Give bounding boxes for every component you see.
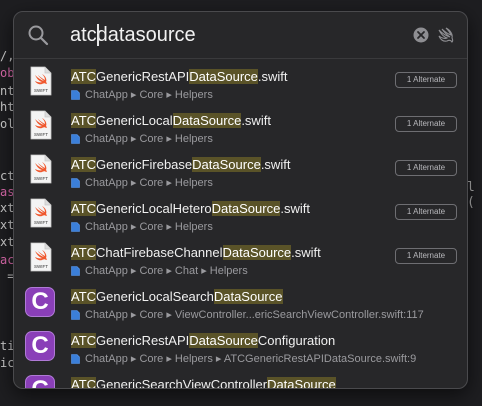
open-quickly-panel: SWIFTATCGenericRestAPIDataSource.swiftCh… bbox=[13, 11, 468, 389]
match-highlight: DataSource bbox=[213, 289, 283, 304]
folder-file-icon bbox=[71, 89, 80, 100]
swift-bird-icon[interactable] bbox=[437, 26, 455, 44]
svg-text:SWIFT: SWIFT bbox=[34, 132, 48, 137]
result-title: ATCGenericLocalHeteroDataSource.swift bbox=[71, 201, 310, 216]
path-text: ChatApp ▸ Core ▸ Helpers bbox=[85, 133, 213, 145]
path-text: ChatApp ▸ Core ▸ Helpers bbox=[85, 221, 213, 233]
result-row[interactable]: SWIFT ATCGenericLocalDataSource.swift Chat… bbox=[14, 103, 467, 147]
match-highlight: DataSource bbox=[189, 69, 258, 84]
result-path: ChatApp ▸ Core ▸ Helpers bbox=[71, 132, 213, 145]
match-highlight: DataSource bbox=[189, 333, 258, 348]
alternate-badge[interactable]: 1 Alternate bbox=[395, 248, 457, 264]
text-caret bbox=[97, 24, 99, 46]
result-row[interactable]: SWIFT ATCGenericRestAPIDataSource.swift Ch… bbox=[14, 59, 467, 103]
class-symbol-icon: C bbox=[25, 374, 55, 388]
search-input[interactable] bbox=[70, 22, 410, 48]
title-text: Configuration bbox=[257, 333, 336, 348]
title-text: .swift bbox=[241, 113, 271, 128]
folder-file-icon bbox=[71, 309, 80, 320]
match-highlight: ATC bbox=[71, 333, 97, 348]
path-text: ChatApp ▸ Core ▸ Helpers ▸ ATCGenericRes… bbox=[85, 353, 417, 365]
result-row[interactable]: C ATCGenericLocalSearchDataSource ChatApp … bbox=[14, 279, 467, 323]
match-highlight: ATC bbox=[71, 69, 97, 84]
match-highlight: ATC bbox=[71, 113, 97, 128]
result-title: ATCGenericLocalDataSource.swift bbox=[71, 113, 271, 128]
match-highlight: ATC bbox=[71, 377, 97, 388]
title-text: .swift bbox=[291, 245, 321, 260]
svg-text:SWIFT: SWIFT bbox=[34, 264, 48, 269]
result-row[interactable]: C ATCGenericSearchViewControllerDataSourc… bbox=[14, 367, 467, 389]
svg-text:SWIFT: SWIFT bbox=[34, 176, 48, 181]
match-highlight: ATC bbox=[71, 201, 97, 216]
folder-file-icon bbox=[71, 177, 80, 188]
title-text: .swift bbox=[260, 157, 291, 172]
swift-file-icon: SWIFT bbox=[25, 154, 55, 186]
swift-file-icon: SWIFT bbox=[25, 110, 55, 142]
result-row[interactable]: C ATCGenericRestAPIDataSourceConfiguratio… bbox=[14, 323, 467, 367]
match-highlight: DataSource bbox=[222, 245, 292, 260]
result-title: ATCGenericRestAPIDataSource.swift bbox=[71, 69, 288, 84]
result-path: ChatApp ▸ Core ▸ Helpers bbox=[71, 220, 213, 233]
result-title: ATCGenericFirebaseDataSource.swift bbox=[71, 157, 290, 172]
path-text: ChatApp ▸ Core ▸ Helpers bbox=[85, 89, 213, 101]
class-symbol-icon: C bbox=[25, 330, 55, 362]
class-letter: C bbox=[25, 331, 55, 361]
editor-right-fragment: l ( bbox=[467, 180, 475, 210]
swift-file-icon: SWIFT bbox=[25, 66, 55, 98]
match-highlight: DataSource bbox=[267, 377, 336, 388]
result-title: ATCGenericLocalSearchDataSource bbox=[71, 289, 283, 304]
clear-search-icon[interactable] bbox=[413, 27, 429, 43]
result-path: ChatApp ▸ Core ▸ ViewController...ericSe… bbox=[71, 308, 424, 321]
result-title: ATCGenericSearchViewControllerDataSource bbox=[71, 377, 336, 389]
title-text: ChatFirebaseChannel bbox=[96, 245, 223, 260]
match-highlight: DataSource bbox=[211, 201, 281, 216]
match-highlight: ATC bbox=[71, 157, 97, 172]
title-text: GenericFirebase bbox=[96, 157, 193, 172]
svg-text:SWIFT: SWIFT bbox=[34, 220, 48, 225]
result-path: ChatApp ▸ Core ▸ Helpers bbox=[71, 176, 213, 189]
title-text: .swift bbox=[280, 201, 310, 216]
alternate-badge[interactable]: 1 Alternate bbox=[395, 204, 457, 220]
swift-file-icon: SWIFT bbox=[25, 198, 55, 230]
title-text: .swift bbox=[257, 69, 288, 84]
svg-text:SWIFT: SWIFT bbox=[34, 88, 48, 93]
result-row[interactable]: SWIFT ATCGenericFirebaseDataSource.swift C… bbox=[14, 147, 467, 191]
class-letter: C bbox=[25, 375, 55, 388]
folder-file-icon bbox=[71, 353, 80, 364]
swift-file-icon: SWIFT bbox=[25, 242, 55, 274]
folder-file-icon bbox=[71, 133, 80, 144]
title-text: GenericLocalSearch bbox=[96, 289, 214, 304]
folder-file-icon bbox=[71, 265, 80, 276]
result-path: ChatApp ▸ Core ▸ Chat ▸ Helpers bbox=[71, 264, 248, 277]
search-bar bbox=[14, 12, 467, 59]
magnifier-icon bbox=[28, 25, 49, 46]
result-path: ChatApp ▸ Core ▸ Helpers ▸ ATCGenericRes… bbox=[71, 352, 416, 365]
title-text: GenericLocal bbox=[96, 113, 173, 128]
path-text: ChatApp ▸ Core ▸ ViewController...ericSe… bbox=[85, 309, 424, 321]
results-list: SWIFT ATCGenericRestAPIDataSource.swift Ch… bbox=[14, 59, 467, 389]
result-row[interactable]: SWIFT ATCChatFirebaseChannelDataSource.sw… bbox=[14, 235, 467, 279]
alternate-badge[interactable]: 1 Alternate bbox=[395, 160, 457, 176]
result-title: ATCGenericRestAPIDataSourceConfiguration bbox=[71, 333, 335, 348]
result-title: ATCChatFirebaseChannelDataSource.swift bbox=[71, 245, 321, 260]
title-text: GenericSearchViewController bbox=[96, 377, 268, 389]
title-text: GenericLocalHetero bbox=[96, 201, 212, 216]
title-text: GenericRestAPI bbox=[96, 69, 190, 84]
path-text: ChatApp ▸ Core ▸ Chat ▸ Helpers bbox=[85, 265, 248, 277]
alternate-badge[interactable]: 1 Alternate bbox=[395, 116, 457, 132]
result-row[interactable]: SWIFT ATCGenericLocalHeteroDataSource.swi… bbox=[14, 191, 467, 235]
match-highlight: DataSource bbox=[172, 113, 242, 128]
path-text: ChatApp ▸ Core ▸ Helpers bbox=[85, 177, 213, 189]
match-highlight: DataSource bbox=[192, 157, 261, 172]
title-text: GenericRestAPI bbox=[96, 333, 190, 348]
match-highlight: ATC bbox=[71, 245, 97, 260]
class-letter: C bbox=[25, 287, 55, 317]
result-path: ChatApp ▸ Core ▸ Helpers bbox=[71, 88, 213, 101]
class-symbol-icon: C bbox=[25, 286, 55, 318]
folder-file-icon bbox=[71, 221, 80, 232]
alternate-badge[interactable]: 1 Alternate bbox=[395, 72, 457, 88]
match-highlight: ATC bbox=[71, 289, 97, 304]
